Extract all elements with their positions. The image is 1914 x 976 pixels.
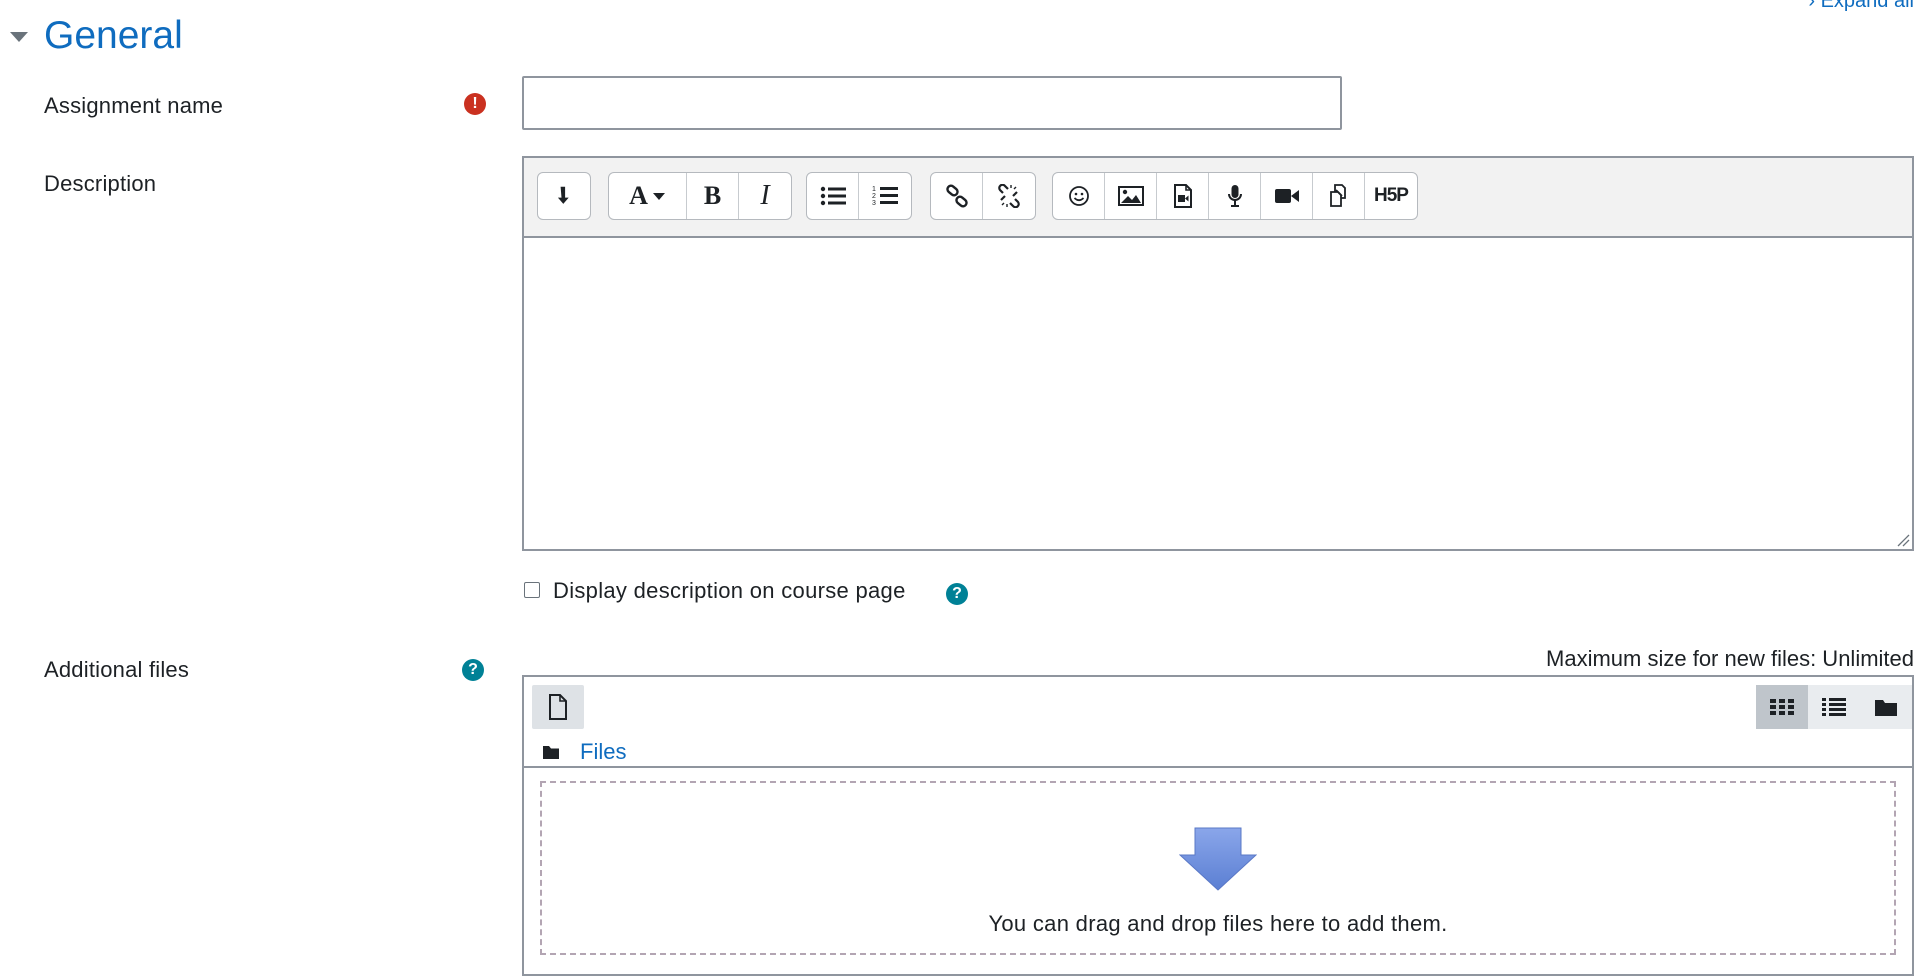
dropzone-text: You can drag and drop files here to add … xyxy=(988,911,1448,936)
toolbar-group-links xyxy=(930,172,1036,220)
show-more-icon[interactable] xyxy=(538,173,590,219)
image-icon[interactable] xyxy=(1105,173,1157,219)
italic-icon[interactable]: I xyxy=(739,173,791,219)
list-view-icon[interactable] xyxy=(1808,685,1860,729)
grid-view-icon[interactable] xyxy=(1756,685,1808,729)
assignment-name-input[interactable] xyxy=(522,76,1342,130)
h5p-icon[interactable]: H5P xyxy=(1365,173,1417,219)
media-icon[interactable] xyxy=(1157,173,1209,219)
unordered-list-icon[interactable] xyxy=(807,173,859,219)
toolbar-group-collapse xyxy=(537,172,591,220)
display-description-label[interactable]: Display description on course page xyxy=(553,578,906,604)
display-description-checkbox[interactable] xyxy=(524,582,540,598)
add-file-button[interactable] xyxy=(532,685,584,729)
unlink-icon[interactable] xyxy=(983,173,1035,219)
file-manager: Files You can drag and drop files here t… xyxy=(522,675,1914,976)
toolbar-group-lists: 123 xyxy=(806,172,912,220)
font-style-icon[interactable]: A xyxy=(609,173,687,219)
file-icon xyxy=(549,694,567,720)
bold-icon[interactable]: B xyxy=(687,173,739,219)
description-editor[interactable]: A B I 123 H5P xyxy=(522,156,1914,551)
file-dropzone[interactable]: You can drag and drop files here to add … xyxy=(540,781,1896,955)
svg-text:3: 3 xyxy=(872,200,876,207)
drop-arrow-icon xyxy=(1179,827,1257,891)
svg-text:2: 2 xyxy=(872,193,876,200)
resize-grip-icon[interactable] xyxy=(1896,533,1910,547)
assignment-name-label: Assignment name xyxy=(44,93,224,118)
additional-files-help-icon[interactable]: ? xyxy=(462,659,484,681)
tree-view-icon[interactable] xyxy=(1860,685,1912,729)
editor-toolbar: A B I 123 H5P xyxy=(524,158,1912,238)
h5p-label: H5P xyxy=(1374,185,1409,206)
record-video-icon[interactable] xyxy=(1261,173,1313,219)
toolbar-group-media: H5P xyxy=(1052,172,1418,220)
max-size-text: Maximum size for new files: Unlimited xyxy=(1546,646,1914,671)
additional-files-label: Additional files xyxy=(44,657,190,682)
files-folder-link[interactable]: Files xyxy=(580,739,626,765)
expand-all-link[interactable]: › Expand all xyxy=(1808,0,1914,13)
section-title[interactable]: General xyxy=(44,14,183,58)
description-label: Description xyxy=(44,171,157,196)
file-manager-divider xyxy=(524,766,1912,768)
ordered-list-icon[interactable]: 123 xyxy=(859,173,911,219)
collapse-section-icon[interactable] xyxy=(10,32,28,42)
file-path-breadcrumb: Files xyxy=(542,737,626,767)
folder-icon xyxy=(543,746,559,759)
svg-text:1: 1 xyxy=(872,186,876,193)
manage-files-icon[interactable] xyxy=(1313,173,1365,219)
view-switcher xyxy=(1756,685,1912,729)
emoji-icon[interactable] xyxy=(1053,173,1105,219)
record-audio-icon[interactable] xyxy=(1209,173,1261,219)
display-description-help-icon[interactable]: ? xyxy=(946,583,968,605)
link-icon[interactable] xyxy=(931,173,983,219)
required-icon: ! xyxy=(464,93,486,115)
toolbar-group-style: A B I xyxy=(608,172,792,220)
